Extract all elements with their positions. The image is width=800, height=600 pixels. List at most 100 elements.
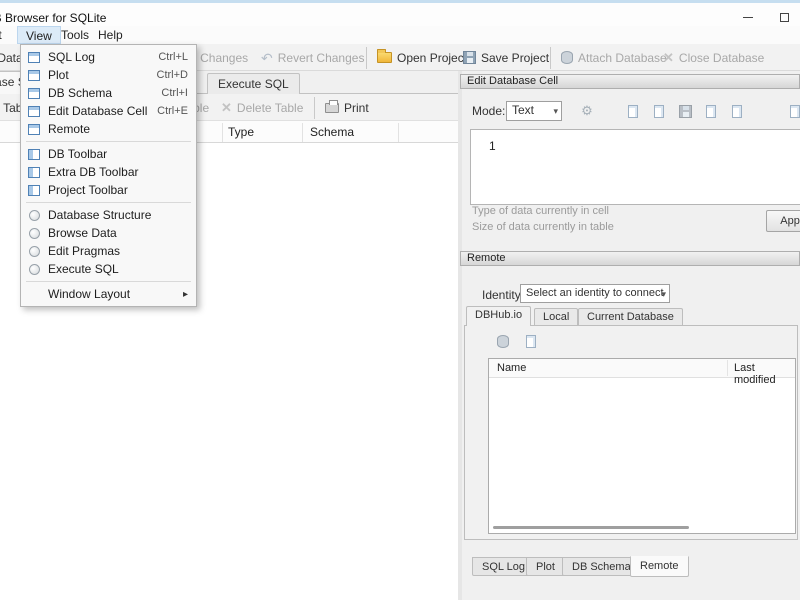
app-window: DB Browser for SQLite Edit View Tools He…: [0, 0, 800, 600]
maximize-button[interactable]: [768, 6, 800, 28]
window-title: DB Browser for SQLite: [0, 11, 107, 25]
menu-separator: [26, 141, 191, 142]
menu-item-window-layout[interactable]: Window Layout ▸: [21, 285, 196, 303]
column-divider: [222, 123, 223, 142]
toolbar-icon: [27, 147, 41, 161]
refresh-database-icon: [497, 335, 509, 348]
copy-cell-button[interactable]: [700, 101, 722, 122]
tab-current-database[interactable]: Current Database: [578, 308, 683, 326]
remote-clone-button[interactable]: [520, 331, 542, 352]
save-icon: [678, 105, 692, 118]
tab-local[interactable]: Local: [534, 308, 579, 326]
menu-help[interactable]: Help: [90, 26, 131, 44]
cell-editor[interactable]: 1: [470, 129, 800, 205]
menu-item-sql-log[interactable]: SQL Log Ctrl+L: [21, 48, 196, 66]
dock-tab-remote[interactable]: Remote: [630, 556, 689, 577]
minimize-button[interactable]: [732, 6, 764, 28]
save-cell-button[interactable]: [674, 101, 696, 122]
toolbar-separator: [550, 47, 551, 69]
expand-icon: [790, 105, 800, 118]
remote-refresh-button[interactable]: [492, 331, 514, 352]
toolbar-separator: [314, 97, 315, 119]
maximize-icon: [779, 12, 789, 22]
cell-type-info: Type of data currently in cell: [472, 205, 609, 217]
menu-item-edit-pragmas[interactable]: Edit Pragmas: [21, 242, 196, 260]
remote-panel-header[interactable]: Remote: [460, 251, 800, 266]
dock-tab-plot[interactable]: Plot: [526, 557, 565, 576]
plot-icon: [27, 68, 41, 82]
mode-dropdown[interactable]: Text ▾: [506, 101, 562, 121]
delete-table-icon: ✕: [221, 100, 232, 115]
column-header-schema[interactable]: Schema: [310, 125, 354, 139]
close-database-button[interactable]: ✕ Close Database: [658, 45, 769, 70]
remote-tab-bar: DBHub.io Local Current Database: [462, 306, 800, 326]
gear-icon: ⚙: [581, 103, 593, 118]
settings-button[interactable]: ⚙: [576, 100, 598, 121]
column-divider: [398, 123, 399, 142]
remote-file-list[interactable]: Name Last modified: [488, 358, 796, 534]
view-toggle-icon: [27, 244, 41, 258]
panel-splitter[interactable]: [458, 71, 462, 600]
export-cell-button[interactable]: [648, 101, 670, 122]
column-header-last-modified[interactable]: Last modified: [734, 362, 795, 386]
view-toggle-icon: [27, 226, 41, 240]
menu-item-extra-db-toolbar[interactable]: Extra DB Toolbar: [21, 163, 196, 181]
copy-icon: [706, 105, 716, 118]
minimize-icon: [743, 16, 753, 18]
bottom-dock-tab-bar: SQL Log Plot DB Schema Remote: [462, 556, 800, 577]
menu-item-execute-sql[interactable]: Execute SQL: [21, 260, 196, 278]
sql-log-icon: [27, 50, 41, 64]
fullscreen-cell-button[interactable]: [784, 101, 800, 122]
folder-icon: [377, 49, 392, 63]
edit-cell-panel-header[interactable]: Edit Database Cell: [460, 74, 800, 89]
view-menu-dropdown: SQL Log Ctrl+L Plot Ctrl+D DB Schema Ctr…: [20, 44, 197, 307]
identity-dropdown[interactable]: Select an identity to connect ▾: [520, 284, 670, 303]
paste-icon: [732, 105, 742, 118]
apply-button[interactable]: Apply: [766, 210, 800, 232]
mode-label: Mode:: [472, 104, 506, 118]
toolbar-icon: [27, 165, 41, 179]
revert-icon: ↶: [261, 49, 273, 66]
chevron-down-icon: ▾: [661, 289, 666, 299]
close-database-icon: ✕: [663, 50, 674, 65]
column-header-name[interactable]: Name: [497, 362, 526, 374]
edit-cell-icon: [27, 104, 41, 118]
import-cell-button[interactable]: [622, 101, 644, 122]
menu-item-browse-data[interactable]: Browse Data: [21, 224, 196, 242]
revert-changes-button[interactable]: ↶ Revert Changes: [256, 45, 369, 70]
import-icon: [628, 105, 638, 118]
paste-cell-button[interactable]: [726, 101, 748, 122]
title-bar: DB Browser for SQLite: [0, 0, 800, 26]
chevron-down-icon: ▾: [553, 106, 558, 116]
menu-edit[interactable]: Edit: [0, 26, 10, 44]
toolbar-separator: [366, 47, 367, 69]
menu-item-db-toolbar[interactable]: DB Toolbar: [21, 145, 196, 163]
tab-dbhub-io[interactable]: DBHub.io: [466, 306, 532, 326]
tab-execute-sql[interactable]: Execute SQL: [207, 73, 300, 94]
menu-item-edit-database-cell[interactable]: Edit Database Cell Ctrl+E: [21, 102, 196, 120]
menu-separator: [26, 202, 191, 203]
cell-editor-content: 1: [489, 139, 496, 153]
attach-database-icon: [561, 51, 573, 64]
db-schema-icon: [27, 86, 41, 100]
save-project-button[interactable]: Save Project: [458, 45, 554, 70]
horizontal-scrollbar[interactable]: [493, 526, 689, 529]
column-divider: [727, 360, 728, 376]
clone-icon: [526, 335, 536, 348]
save-icon: [463, 51, 476, 64]
dock-tab-db-schema[interactable]: DB Schema: [562, 557, 641, 576]
menu-item-remote[interactable]: Remote: [21, 120, 196, 138]
identity-label: Identity: [482, 288, 521, 302]
submenu-arrow-icon: ▸: [182, 288, 188, 300]
menu-item-plot[interactable]: Plot Ctrl+D: [21, 66, 196, 84]
menu-item-db-schema[interactable]: DB Schema Ctrl+I: [21, 84, 196, 102]
remote-icon: [27, 122, 41, 136]
print-button[interactable]: Print: [320, 95, 374, 120]
menu-bar: Edit View Tools Help: [0, 26, 800, 44]
attach-database-button[interactable]: Attach Database: [556, 45, 672, 70]
menu-item-project-toolbar[interactable]: Project Toolbar: [21, 181, 196, 199]
delete-table-button[interactable]: ✕ Delete Table: [216, 95, 308, 120]
column-header-type[interactable]: Type: [228, 125, 254, 139]
menu-item-database-structure[interactable]: Database Structure: [21, 206, 196, 224]
view-toggle-icon: [27, 208, 41, 222]
